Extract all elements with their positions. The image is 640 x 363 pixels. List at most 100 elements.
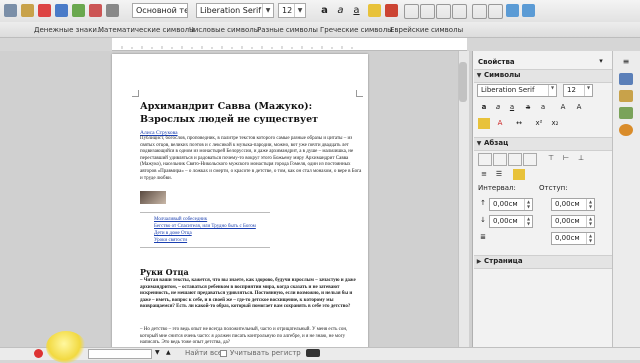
properties-tab-icon[interactable] (619, 73, 633, 85)
collapse-icon[interactable]: ▼ (474, 138, 484, 149)
bold-icon[interactable]: a (478, 102, 490, 113)
symbol-math[interactable]: Математические символы (98, 24, 195, 36)
sidebar-font-name[interactable]: Liberation Serif ▼ (477, 84, 557, 97)
align-left-icon[interactable] (478, 153, 492, 166)
chevron-down-icon[interactable]: ▼ (262, 4, 273, 17)
spin-arrows-icon[interactable]: ▲ ▼ (586, 199, 594, 210)
indent-before-input[interactable]: 0,00см ▲ ▼ (551, 198, 595, 211)
binoculars-icon[interactable] (306, 349, 320, 357)
align-right-icon[interactable] (508, 153, 522, 166)
font-color-icon[interactable] (385, 4, 398, 17)
close-find-icon[interactable] (34, 349, 43, 358)
valign-top-icon[interactable]: ⊤ (545, 153, 557, 164)
align-right-icon[interactable] (436, 4, 451, 19)
spin-arrows-icon[interactable]: ▲ ▼ (586, 216, 594, 227)
bold-icon[interactable]: a (318, 4, 331, 17)
document-page[interactable]: Архимандрит Савва (Мажуко): Взрослых люд… (112, 54, 368, 354)
related-link[interactable]: Бегство от Спасителя, или Трудно быть с … (154, 223, 270, 230)
numbered-list-icon[interactable] (488, 4, 503, 19)
highlight-icon[interactable] (368, 4, 381, 17)
valign-center-icon[interactable]: ⊢ (560, 153, 572, 164)
underline-icon[interactable]: a (350, 4, 363, 17)
subscript-icon[interactable]: x₂ (549, 118, 561, 129)
spacing-below-input[interactable]: 0,00см ▲ ▼ (489, 215, 533, 228)
spacing-above-input[interactable]: 0,00см ▲ ▼ (489, 198, 533, 211)
formatting-toolbar: Основной текст Liberation Serif▼ 12▼ a a… (0, 0, 640, 22)
line-spacing-icon[interactable]: ≣ (477, 232, 489, 243)
special-characters-toolbar: Денежные знаки... Математические символы… (0, 22, 640, 38)
justify-icon[interactable] (452, 4, 467, 19)
match-case-checkbox[interactable] (220, 350, 227, 357)
first-line-indent-input[interactable]: 0,00см ▲ ▼ (551, 232, 595, 245)
find-input[interactable] (88, 349, 152, 359)
related-link[interactable]: Дети в доме Отца (154, 230, 270, 237)
paragraph-background-icon[interactable] (513, 169, 525, 180)
find-all-button[interactable]: Найти все (185, 349, 222, 357)
cut-icon[interactable] (89, 4, 102, 17)
section-page[interactable]: ▶ Страница (474, 255, 612, 269)
intro-paragraph: Публицист, богослов, проповедник, в пали… (140, 136, 362, 181)
print-icon[interactable] (55, 4, 68, 17)
styles-tab-icon[interactable] (619, 90, 633, 102)
symbol-currency[interactable]: Денежные знаки... (34, 24, 104, 36)
section-symbols[interactable]: ▼ Символы (474, 69, 612, 83)
grow-font-icon[interactable]: A (557, 102, 569, 113)
interval-label: Интервал: (478, 184, 516, 192)
bullet-list-icon[interactable]: ≡ (478, 169, 490, 180)
scrollbar-thumb[interactable] (459, 62, 467, 102)
navigator-tab-icon[interactable] (619, 124, 633, 136)
align-center-icon[interactable] (420, 4, 435, 19)
symbol-numeric[interactable]: Числовые символы (189, 24, 259, 36)
font-size-select[interactable]: 12 ▼ (278, 3, 306, 18)
symbol-misc[interactable]: Разные символы (257, 24, 318, 36)
collapse-icon[interactable]: ▼ (474, 70, 484, 81)
highlight-color-icon[interactable] (478, 118, 490, 129)
superscript-icon[interactable]: x² (533, 118, 545, 129)
spin-arrows-icon[interactable]: ▲ ▼ (524, 216, 532, 227)
italic-icon[interactable]: a (334, 4, 347, 17)
align-left-icon[interactable] (404, 4, 419, 19)
related-link[interactable]: Молчаливый собеседник (154, 216, 270, 223)
related-link[interactable]: Уроки святости (154, 237, 270, 244)
find-next-icon[interactable]: ▲ (166, 349, 171, 356)
valign-bottom-icon[interactable]: ⊥ (575, 153, 587, 164)
spacing-icon[interactable]: ↔ (513, 118, 525, 129)
underline-icon[interactable]: a (506, 102, 518, 113)
horizontal-ruler[interactable] (112, 38, 467, 51)
outdent-icon[interactable] (522, 4, 535, 17)
indent-icon[interactable] (506, 4, 519, 17)
shrink-font-icon[interactable]: A (573, 102, 585, 113)
section-paragraph[interactable]: ▼ Абзац (474, 137, 612, 151)
symbol-hebrew[interactable]: Еврейские символы (390, 24, 463, 36)
strikethrough-icon[interactable]: a (522, 102, 534, 113)
find-previous-icon[interactable]: ▼ (155, 349, 160, 356)
numbered-list-icon[interactable]: ☰ (493, 169, 505, 180)
section-paragraph-label: Абзац (484, 139, 509, 147)
chevron-down-icon[interactable]: ▼ (294, 4, 305, 17)
open-icon[interactable] (21, 4, 34, 17)
export-pdf-icon[interactable] (38, 4, 51, 17)
justify-icon[interactable] (523, 153, 537, 166)
symbol-greek[interactable]: Греческие символы (320, 24, 393, 36)
spin-value: 0,00см (555, 217, 580, 225)
gallery-tab-icon[interactable] (619, 107, 633, 119)
font-color-icon[interactable]: A (494, 118, 506, 129)
spin-arrows-icon[interactable]: ▲ ▼ (524, 199, 532, 210)
font-name-select[interactable]: Liberation Serif ▼ (196, 3, 274, 18)
shadow-icon[interactable]: a (537, 102, 549, 113)
chevron-down-icon[interactable]: ▼ (584, 85, 592, 96)
bullet-list-icon[interactable] (472, 4, 487, 19)
chevron-down-icon[interactable]: ▼ (548, 85, 556, 96)
spin-arrows-icon[interactable]: ▲ ▼ (586, 233, 594, 244)
styles-icon[interactable] (106, 4, 119, 17)
new-document-icon[interactable] (4, 4, 17, 17)
italic-icon[interactable]: a (492, 102, 504, 113)
sidebar-menu-icon[interactable]: ▾ (595, 56, 607, 67)
deck-menu-icon[interactable]: ≡ (619, 56, 633, 68)
paragraph-style-select[interactable]: Основной текст (132, 3, 188, 18)
expand-icon[interactable]: ▶ (474, 256, 484, 267)
indent-after-input[interactable]: 0,00см ▲ ▼ (551, 215, 595, 228)
align-center-icon[interactable] (493, 153, 507, 166)
sidebar-font-size[interactable]: 12 ▼ (563, 84, 593, 97)
spellcheck-icon[interactable] (72, 4, 85, 17)
